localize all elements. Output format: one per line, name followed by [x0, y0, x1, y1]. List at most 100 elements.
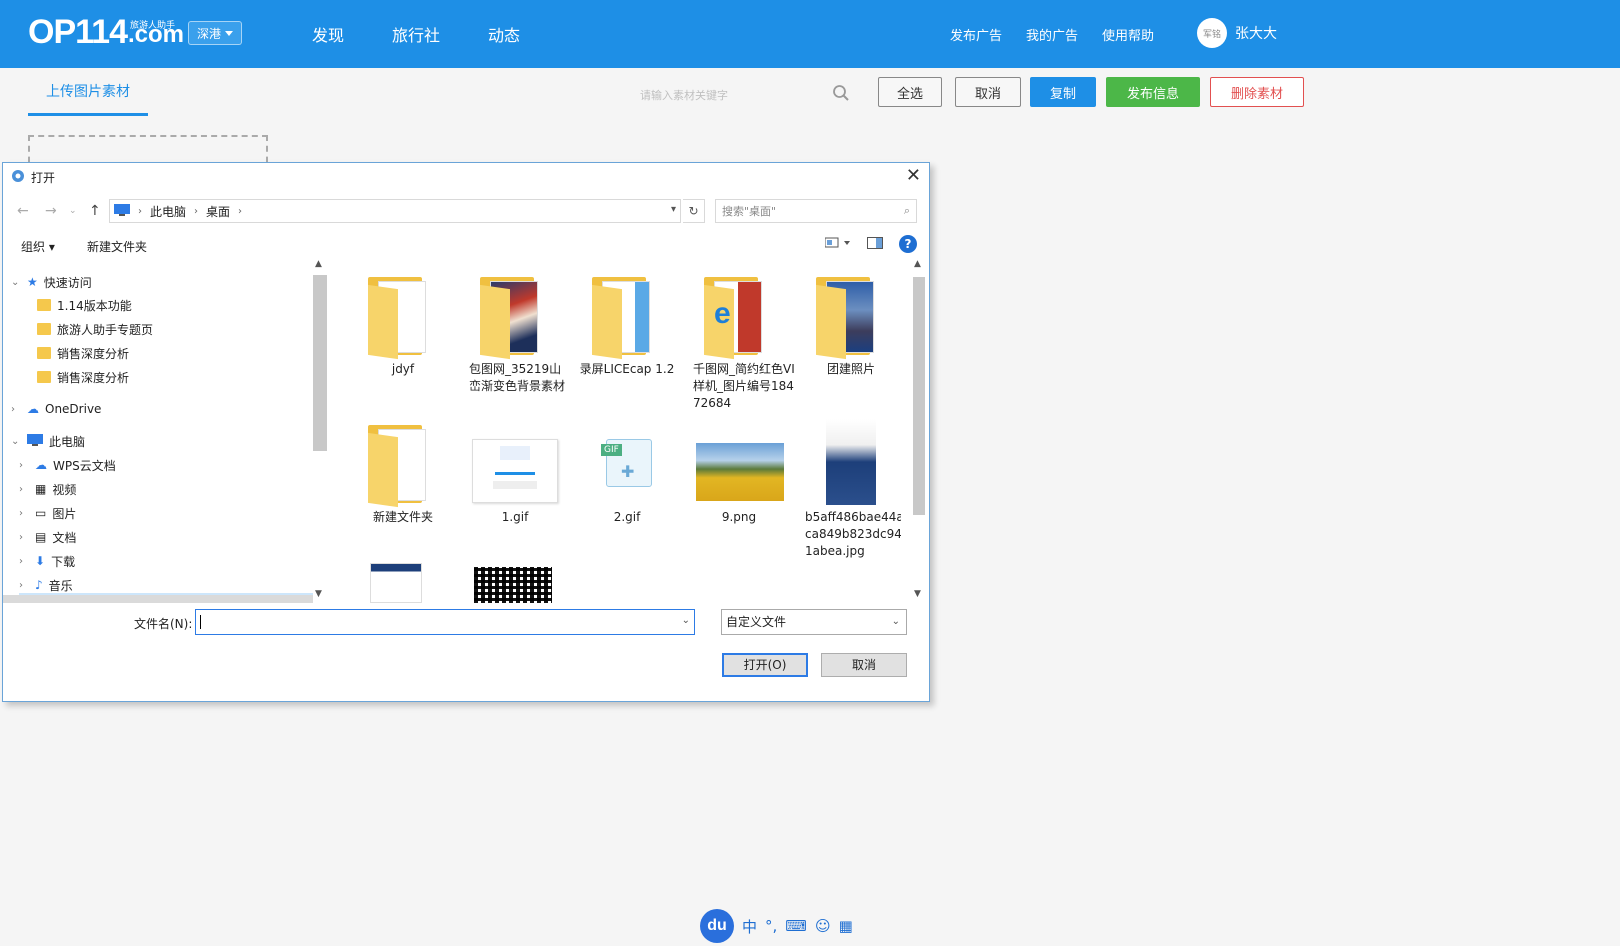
publish-button[interactable]: 发布信息: [1106, 77, 1200, 107]
search-input[interactable]: 请输入素材关键字: [640, 87, 832, 103]
scroll-up-icon[interactable]: ▲: [914, 259, 921, 269]
scroll-down-icon[interactable]: ▼: [914, 589, 921, 599]
puzzle-icon: ✚: [621, 462, 635, 481]
file-item[interactable]: 团建照片: [795, 271, 901, 378]
nav-label: 旅游人助手专题页: [57, 322, 154, 337]
expand-arrow-icon[interactable]: ›: [19, 580, 29, 591]
view-mode-icon[interactable]: [824, 237, 851, 252]
expand-arrow-icon[interactable]: ›: [19, 508, 29, 519]
file-item[interactable]: 录屏LICEcap 1.2: [571, 271, 683, 378]
dialog-cancel-button[interactable]: 取消: [821, 653, 907, 677]
nav-label: 文档: [52, 530, 77, 545]
help-icon[interactable]: ?: [899, 235, 917, 253]
expand-arrow-icon[interactable]: ›: [19, 460, 29, 471]
expand-arrow-icon[interactable]: ›: [19, 532, 29, 543]
expand-arrow-icon[interactable]: ⌄: [11, 277, 21, 288]
nav-news[interactable]: 动态: [488, 22, 520, 46]
delete-material-button[interactable]: 删除素材: [1210, 77, 1304, 107]
refresh-icon[interactable]: ↻: [683, 199, 705, 223]
publish-ad-link[interactable]: 发布广告: [950, 25, 1002, 44]
select-all-button[interactable]: 全选: [878, 77, 942, 107]
address-row: ← → ⌄ ↑ › 此电脑 › 桌面 › ▾ ↻ 搜索"桌面" ⌕: [3, 199, 931, 225]
open-button[interactable]: 打开(O): [722, 653, 808, 677]
nav-quick-item[interactable]: 销售深度分析: [37, 366, 129, 388]
scroll-down-icon[interactable]: ▼: [315, 589, 322, 599]
text-caret: [200, 615, 201, 629]
address-bar[interactable]: › 此电脑 › 桌面 › ▾: [109, 199, 681, 223]
file-item[interactable]: [347, 563, 459, 603]
nav-label: 图片: [52, 506, 77, 521]
nav-travel-agency[interactable]: 旅行社: [392, 22, 440, 46]
nav-onedrive[interactable]: › ☁ OneDrive: [11, 398, 101, 420]
preview-pane-icon[interactable]: [867, 236, 883, 252]
organize-label: 组织: [21, 240, 46, 254]
scroll-up-icon[interactable]: ▲: [315, 259, 322, 269]
city-selector[interactable]: 深港: [188, 21, 243, 45]
folder-search-input[interactable]: 搜索"桌面" ⌕: [715, 199, 917, 223]
scrollbar-thumb[interactable]: [313, 275, 327, 451]
my-ads-link[interactable]: 我的广告: [1026, 25, 1078, 44]
nav-scrollbar[interactable]: ▲ ▼: [313, 259, 329, 603]
nav-quick-item[interactable]: 销售深度分析: [37, 342, 129, 364]
nav-quick-access[interactable]: ⌄ ★ 快速访问: [11, 271, 92, 293]
file-name: 录屏LICEcap 1.2: [579, 362, 675, 376]
chevron-down-icon[interactable]: ▾: [671, 204, 676, 215]
breadcrumb-desktop[interactable]: 桌面: [206, 203, 230, 220]
breadcrumb-this-pc[interactable]: 此电脑: [150, 203, 186, 220]
files-scrollbar[interactable]: ▲ ▼: [911, 259, 927, 603]
expand-arrow-icon[interactable]: ›: [19, 484, 29, 495]
file-item[interactable]: b5aff486bae44aca849b823dc941abea.jpg: [795, 419, 901, 560]
nav-downloads[interactable]: › ⬇ 下载: [19, 550, 75, 572]
cancel-button[interactable]: 取消: [955, 77, 1021, 107]
file-type-select[interactable]: 自定义文件 ⌄: [721, 609, 907, 635]
file-item[interactable]: e 千图网_简约红色VI样机_图片编号18472684: [683, 271, 795, 412]
site-logo[interactable]: OP114 .com 旅游人助手: [28, 14, 184, 50]
new-folder-button[interactable]: 新建文件夹: [87, 238, 147, 255]
nav-quick-item[interactable]: 旅游人助手专题页: [37, 318, 153, 340]
user-icon[interactable]: ☺: [815, 917, 831, 935]
up-arrow-icon[interactable]: ↑: [89, 203, 101, 219]
chevron-down-icon: [225, 30, 234, 36]
nav-videos[interactable]: › ▦ 视频: [19, 478, 76, 500]
close-icon[interactable]: ✕: [906, 165, 921, 186]
copy-button[interactable]: 复制: [1030, 77, 1096, 107]
folder-icon: [468, 271, 562, 360]
organize-menu[interactable]: 组织 ▾: [21, 238, 55, 255]
punctuation-icon[interactable]: °,: [765, 917, 777, 935]
file-item[interactable]: 包图网_35219山峦渐变色背景素材: [459, 271, 571, 395]
material-search[interactable]: 请输入素材关键字: [640, 82, 850, 108]
file-item[interactable]: GIF ✚ 2.gif: [571, 419, 683, 526]
search-icon[interactable]: [832, 84, 850, 106]
user-menu[interactable]: 军铭 张大大: [1197, 18, 1277, 48]
scrollbar-thumb[interactable]: [913, 277, 925, 515]
nav-quick-item[interactable]: 1.14版本功能: [37, 294, 132, 316]
file-item[interactable]: jdyf: [347, 271, 459, 378]
tab-upload-images[interactable]: 上传图片素材: [28, 80, 148, 116]
filename-input[interactable]: ⌄: [195, 609, 695, 635]
expand-arrow-icon[interactable]: ⌄: [11, 436, 21, 447]
nav-this-pc[interactable]: ⌄ 此电脑: [11, 430, 85, 452]
forward-arrow-icon[interactable]: →: [45, 203, 57, 219]
expand-arrow-icon[interactable]: ›: [11, 404, 21, 415]
folder-icon: [580, 271, 674, 360]
help-link[interactable]: 使用帮助: [1102, 25, 1154, 44]
nav-horizontal-scrollbar[interactable]: [3, 595, 313, 603]
keyboard-icon[interactable]: ⌨: [785, 917, 807, 935]
file-item[interactable]: [459, 563, 571, 603]
baidu-ime-logo[interactable]: du: [700, 909, 734, 943]
nav-discover[interactable]: 发现: [312, 22, 344, 46]
expand-arrow-icon[interactable]: ›: [19, 556, 29, 567]
chevron-down-icon[interactable]: ⌄: [682, 615, 690, 626]
file-item[interactable]: 1.gif: [459, 419, 571, 526]
file-item[interactable]: 新建文件夹: [347, 419, 459, 526]
grid-menu-icon[interactable]: ▦: [839, 917, 853, 935]
ime-mode[interactable]: 中: [742, 916, 757, 937]
file-item[interactable]: 9.png: [683, 419, 795, 526]
nav-documents[interactable]: › ▤ 文档: [19, 526, 76, 548]
recent-chevron-icon[interactable]: ⌄: [69, 206, 77, 216]
nav-pictures[interactable]: › ▭ 图片: [19, 502, 76, 524]
back-arrow-icon[interactable]: ←: [17, 203, 29, 219]
nav-label: 此电脑: [49, 434, 86, 449]
nav-wps-cloud[interactable]: › ☁ WPS云文档: [19, 454, 116, 476]
chevron-down-icon[interactable]: ⌄: [892, 610, 900, 634]
